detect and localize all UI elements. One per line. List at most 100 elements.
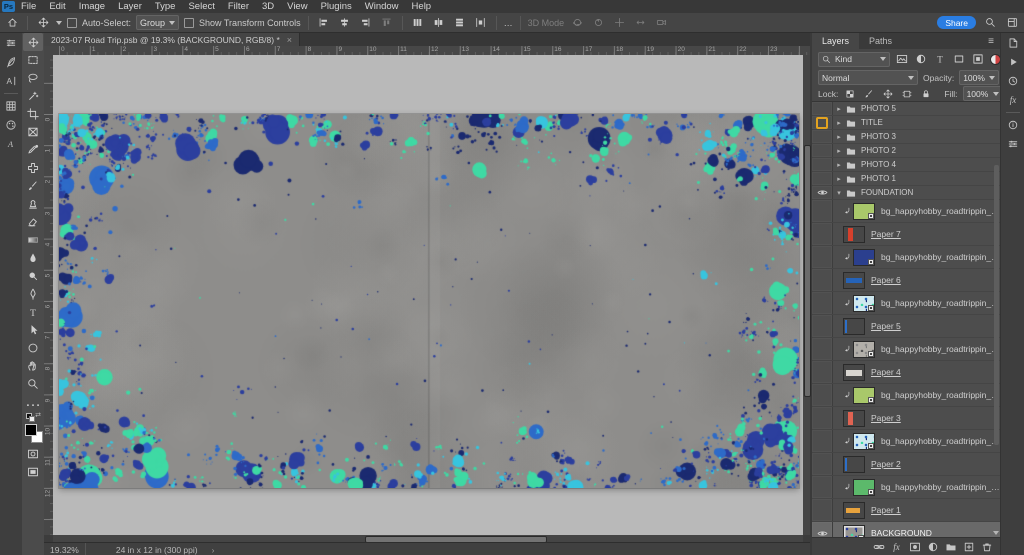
- tool-shape-ellipse[interactable]: [23, 339, 43, 357]
- disclosure-triangle-icon[interactable]: ▸: [835, 147, 843, 155]
- lock-pixels-icon[interactable]: [862, 87, 876, 101]
- tool-crop[interactable]: [23, 105, 43, 123]
- foreground-color-swatch[interactable]: [25, 424, 37, 436]
- tool-type[interactable]: T: [23, 303, 43, 321]
- menu-item-edit[interactable]: Edit: [49, 1, 65, 12]
- menu-item-plugins[interactable]: Plugins: [321, 1, 352, 12]
- visibility-toggle[interactable]: [812, 338, 833, 360]
- tool-healing-brush[interactable]: [23, 159, 43, 177]
- layer-name[interactable]: Paper 5: [871, 321, 901, 331]
- menu-item-select[interactable]: Select: [188, 1, 214, 12]
- visibility-toggle[interactable]: [812, 144, 833, 157]
- visibility-toggle[interactable]: [812, 172, 833, 185]
- add-mask-button[interactable]: [907, 539, 922, 554]
- layer-name[interactable]: Paper 2: [871, 459, 901, 469]
- blend-mode-select[interactable]: Normal: [818, 70, 918, 85]
- document-canvas[interactable]: [59, 114, 799, 488]
- glyphs-panel-icon[interactable]: A: [1, 135, 21, 153]
- visibility-toggle[interactable]: [812, 476, 833, 498]
- group-row-title[interactable]: ▸ TITLE: [812, 116, 1000, 130]
- tool-hand[interactable]: [23, 357, 43, 375]
- status-menu-chevron[interactable]: ›: [212, 545, 215, 555]
- align-left-button[interactable]: [316, 15, 332, 31]
- disclosure-triangle-icon[interactable]: ▸: [835, 119, 843, 127]
- 3d-drag-icon[interactable]: [611, 15, 627, 31]
- disclosure-triangle-icon[interactable]: ▾: [835, 189, 843, 197]
- tool-move[interactable]: [23, 33, 43, 51]
- lock-all-icon[interactable]: [919, 87, 933, 101]
- foreground-background-colors[interactable]: [23, 423, 43, 445]
- visibility-toggle[interactable]: [812, 361, 833, 383]
- layer-row-paper-7[interactable]: Paper 7: [812, 223, 1000, 246]
- visibility-toggle[interactable]: [812, 158, 833, 171]
- layer-name[interactable]: bg_happyhobby_roadtrippin_sp12 copy 4: [881, 206, 1000, 216]
- align-top-button[interactable]: [379, 15, 395, 31]
- layer-thumbnail[interactable]: [843, 317, 865, 335]
- tool-path-select[interactable]: [23, 321, 43, 339]
- menu-item-help[interactable]: Help: [412, 1, 432, 12]
- tool-zoom[interactable]: [23, 375, 43, 393]
- layer-row-bg-happyhobby-roadtrippin-sp4-copy-2[interactable]: bg_happyhobby_roadtrippin_sp4 copy 2: [812, 246, 1000, 269]
- layer-thumbnail[interactable]: [853, 340, 875, 358]
- layer-thumbnail[interactable]: [843, 271, 865, 289]
- tool-preset-caret-icon[interactable]: [56, 20, 62, 25]
- auto-select-group-select[interactable]: Group: [136, 15, 180, 30]
- layer-row-bg-happyhobby-roadtrippin-pp22[interactable]: bg_happyhobby_roadtrippin_pp22: [812, 338, 1000, 361]
- swatches-panel-icon[interactable]: [1, 97, 21, 115]
- disclosure-triangle-icon[interactable]: ▸: [835, 161, 843, 169]
- layer-row-bg-happyhobby-roadtrippin-sp12-copy-3[interactable]: bg_happyhobby_roadtrippin_sp12 copy 3: [812, 384, 1000, 407]
- align-right-button[interactable]: [358, 15, 374, 31]
- layer-name[interactable]: Paper 1: [871, 505, 901, 515]
- menu-item-type[interactable]: Type: [155, 1, 176, 12]
- group-row-foundation[interactable]: ▾ FOUNDATION: [812, 186, 1000, 200]
- layer-thumbnail[interactable]: [843, 455, 865, 473]
- edit-toolbar-button[interactable]: …: [23, 393, 43, 411]
- distribute-horizontal-button[interactable]: [473, 15, 489, 31]
- visibility-toggle[interactable]: [812, 246, 833, 268]
- search-icon[interactable]: [982, 15, 998, 31]
- filter-type-layers-icon[interactable]: T: [933, 52, 947, 66]
- opacity-field[interactable]: 100%: [959, 70, 1000, 85]
- layer-name[interactable]: PHOTO 5: [861, 104, 896, 113]
- layer-name[interactable]: bg_happyhobby_roadtrippin_sp4 copy 2: [881, 252, 1000, 262]
- menu-item-layer[interactable]: Layer: [118, 1, 142, 12]
- v-scrollbar[interactable]: [803, 55, 811, 535]
- document-tab[interactable]: 2023-07 Road Trip.psb @ 19.3% (BACKGROUN…: [44, 33, 301, 46]
- 3d-orbit-icon[interactable]: [569, 15, 585, 31]
- menu-item-filter[interactable]: Filter: [228, 1, 249, 12]
- layer-row-bg-happyhobby-roadtrippin-pp11-copy[interactable]: bg_happyhobby_roadtrippin_pp11 copy: [812, 292, 1000, 315]
- layer-row-bg-happyhobby-roadtrippin-sp11-copy-2[interactable]: bg_happyhobby_roadtrippin_sp11 copy 2: [812, 476, 1000, 499]
- visibility-toggle[interactable]: [812, 269, 833, 291]
- disclosure-triangle-icon[interactable]: ▸: [835, 133, 843, 141]
- layer-name[interactable]: PHOTO 1: [861, 174, 896, 183]
- group-row-photo-1[interactable]: ▸ PHOTO 1: [812, 172, 1000, 186]
- layer-thumbnail[interactable]: [853, 294, 875, 312]
- layer-thumbnail[interactable]: [853, 202, 875, 220]
- layer-thumbnail[interactable]: [843, 225, 865, 243]
- layer-name[interactable]: bg_happyhobby_roadtrippin_pp11 copy: [881, 298, 1000, 308]
- tool-clone-stamp[interactable]: [23, 195, 43, 213]
- tool-eyedropper[interactable]: [23, 141, 43, 159]
- quick-mask-button[interactable]: [23, 445, 43, 463]
- layer-name[interactable]: PHOTO 4: [861, 160, 896, 169]
- libraries-panel-icon[interactable]: [1003, 34, 1023, 52]
- visibility-eye-icon[interactable]: [812, 522, 833, 538]
- layer-row-bg-happyhobby-roadtrippin-sp12-copy-4[interactable]: bg_happyhobby_roadtrippin_sp12 copy 4: [812, 200, 1000, 223]
- visibility-toggle[interactable]: [812, 315, 833, 337]
- tab-paths[interactable]: Paths: [859, 33, 902, 49]
- history-panel-icon[interactable]: [1003, 72, 1023, 90]
- info-panel-icon[interactable]: [1003, 116, 1023, 134]
- layer-row-paper-1[interactable]: Paper 1: [812, 499, 1000, 522]
- new-group-button[interactable]: [943, 539, 958, 554]
- layer-row-paper-5[interactable]: Paper 5: [812, 315, 1000, 338]
- layer-name[interactable]: bg_happyhobby_roadtrippin_sp11 copy 2: [881, 482, 1000, 492]
- styles-panel-icon[interactable]: fx: [1003, 91, 1023, 109]
- group-row-photo-4[interactable]: ▸ PHOTO 4: [812, 158, 1000, 172]
- group-row-photo-3[interactable]: ▸ PHOTO 3: [812, 130, 1000, 144]
- layer-thumbnail[interactable]: [843, 501, 865, 519]
- menu-item-image[interactable]: Image: [79, 1, 105, 12]
- layers-scrollbar-thumb[interactable]: [994, 165, 999, 445]
- tool-pen[interactable]: [23, 285, 43, 303]
- group-row-photo-5[interactable]: ▸ PHOTO 5: [812, 102, 1000, 116]
- more-align-options-button[interactable]: …: [504, 18, 513, 28]
